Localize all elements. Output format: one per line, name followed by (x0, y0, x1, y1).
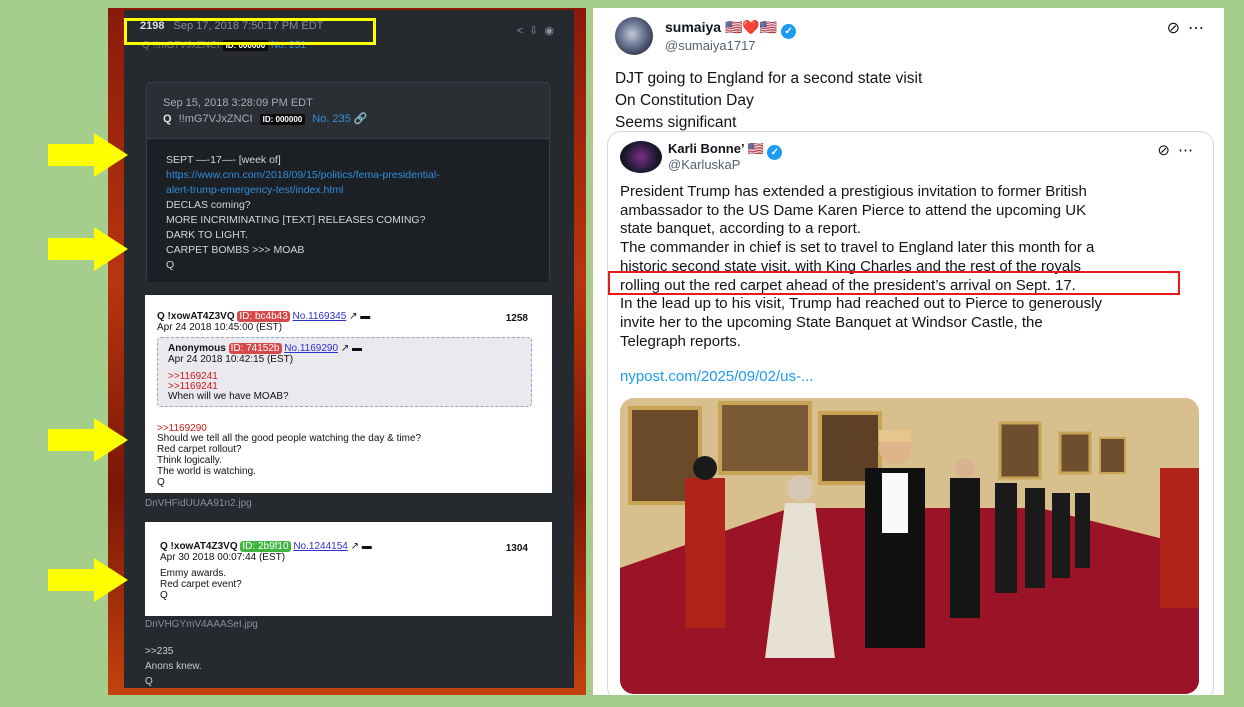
inner-author: Anonymous (168, 343, 226, 354)
quoted-post: Sep 15, 2018 3:28:09 PM EDT Q !!mG7VJxZN… (146, 82, 550, 282)
quoted-timestamp: Sep 15, 2018 3:28:09 PM EDT (163, 97, 313, 109)
tweet-text: DJT going to England for a second state … (615, 68, 922, 134)
card-id: ID: bc4b43 (237, 311, 290, 322)
card-inner-quote: Anonymous ID: 74152b No.1169290 ↗ ▬ Apr … (157, 337, 532, 407)
arrow-icon (48, 227, 128, 271)
card-line: Should we tell all the good people watch… (157, 433, 422, 444)
footer-ref: >>235 (145, 646, 174, 657)
quoted-handle[interactable]: @KarluskaP (668, 157, 740, 172)
share-icon[interactable]: < (517, 25, 529, 37)
link-icon[interactable]: 🔗 (354, 113, 368, 125)
screenshot-card-1258: Q !xowAT4Z3VQ ID: bc4b43 No.1169345 ↗ ▬ … (145, 295, 552, 493)
post-footer: >>235 Anons knew. Q (145, 644, 202, 688)
quote-line: CARPET BOMBS >>> MOAB (166, 244, 305, 256)
external-link-icon: ↗ (349, 311, 358, 322)
arrow-icon (48, 133, 128, 177)
quoted-line: state banquet, according to a report. (620, 220, 861, 238)
arrow-icon (48, 558, 128, 602)
folder-icon: ▬ (351, 343, 362, 354)
highlight-box-yellow (124, 18, 376, 45)
quoted-actions: ⊘⋯ (1157, 141, 1201, 159)
quoted-post-header: Sep 15, 2018 3:28:09 PM EDT Q !!mG7VJxZN… (147, 83, 549, 139)
card-line: Q (157, 477, 165, 488)
download-icon[interactable]: ⇩ (529, 25, 544, 37)
tweet-author[interactable]: sumaiya 🇺🇸❤️🇺🇸 ✓ (665, 19, 797, 39)
verified-icon: ✓ (767, 145, 783, 160)
nypost-link[interactable]: nypost.com/2025/09/02/us-... (620, 368, 813, 385)
inner-link[interactable]: No.1169290 (284, 343, 338, 354)
tweet-handle[interactable]: @sumaiya1717 (665, 38, 756, 53)
more-icon[interactable]: ⋯ (1178, 142, 1201, 159)
tweet-author-name[interactable]: sumaiya (665, 19, 721, 35)
quoted-author-flag: 🇺🇸 (747, 141, 764, 156)
folder-icon: ▬ (360, 311, 371, 322)
quoted-trip: !!mG7VJxZNCI (178, 113, 253, 125)
screenshot-card-1304: Q !xowAT4Z3VQ ID: 2b9f10 No.1244154 ↗ ▬ … (145, 522, 552, 616)
card-line: Red carpet event? (160, 579, 242, 590)
verified-icon: ✓ (781, 24, 797, 39)
quoted-line: invite her to the upcoming State Banquet… (620, 313, 1043, 331)
post-actions: <⇩◉ (517, 24, 560, 37)
inner-date: Apr 24 2018 10:42:15 (EST) (168, 354, 294, 365)
quote-line: SEPT —-17—- [week of] (166, 154, 281, 166)
card-header: Q !xowAT4Z3VQ (160, 541, 238, 552)
card-link[interactable]: No.1244154 (293, 541, 348, 552)
external-link-icon: ↗ (340, 343, 350, 354)
grok-icon[interactable]: ⊘ (1167, 20, 1188, 37)
card-id: ID: 2b9f10 (240, 541, 291, 552)
quoted-post-body: SEPT —-17—- [week of] https://www.cnn.co… (147, 139, 549, 282)
arrow-icon (48, 418, 128, 462)
banquet-photo[interactable] (620, 398, 1199, 694)
quoted-line: ambassador to the US Dame Karen Pierce t… (620, 201, 1087, 219)
quoted-line: In the lead up to his visit, Trump had r… (620, 295, 1102, 313)
image-filename[interactable]: DnVHFidUUAA91n2.jpg (145, 498, 252, 509)
footer-line: Q (145, 676, 153, 687)
footer-line: Anons knew. (145, 661, 202, 672)
quote-line: DECLAS coming? (166, 199, 251, 211)
quoted-body: President Trump has extended a prestigio… (620, 183, 1205, 351)
photo-illustration (620, 398, 1199, 694)
card-line: The world is watching. (157, 466, 256, 477)
card-count: 1304 (505, 543, 528, 554)
tweet-panel: sumaiya 🇺🇸❤️🇺🇸 ✓ @sumaiya1717 ⊘⋯ DJT goi… (593, 8, 1224, 695)
card-date: Apr 24 2018 10:45:00 (EST) (157, 322, 283, 333)
quote-line: DARK TO LIGHT. (166, 229, 248, 241)
q-post-panel: 2198 Sep 17, 2018 7:50:17 PM EDT <⇩◉ Q !… (124, 10, 574, 688)
more-icon[interactable]: ⋯ (1188, 20, 1212, 37)
card-line: Think logically. (157, 455, 222, 466)
grok-icon[interactable]: ⊘ (1157, 142, 1178, 159)
tweet-actions: ⊘⋯ (1167, 18, 1212, 38)
inner-text: When will we have MOAB? (168, 391, 289, 402)
quote-line: Q (166, 259, 175, 271)
card-line: Q (160, 590, 168, 601)
quoted-id: ID: 000000 (259, 114, 306, 125)
quoted-line: Telegraph reports. (620, 332, 741, 350)
inner-id: ID: 74152b (228, 343, 282, 354)
quoted-post-link[interactable]: No. 235 (312, 113, 351, 125)
card-link[interactable]: No.1169345 (293, 311, 347, 322)
quoted-author: Q (163, 113, 172, 125)
quoted-tweet[interactable]: Karli Bonne’ 🇺🇸 ✓ @KarluskaP ⊘⋯ Presiden… (607, 131, 1214, 695)
external-link-icon: ↗ (350, 541, 359, 552)
avatar[interactable] (615, 17, 653, 55)
card-line: Red carpet rollout? (157, 444, 242, 455)
quote-line: MORE INCRIMINATING [TEXT] RELEASES COMIN… (166, 214, 426, 226)
quoted-line: The commander in chief is set to travel … (620, 239, 1095, 257)
avatar[interactable] (620, 141, 662, 173)
cnn-url-cont[interactable]: alert-trump-emergency-test/index.html (166, 183, 530, 198)
tweet-author-flags: 🇺🇸❤️🇺🇸 (724, 19, 778, 35)
cnn-url[interactable]: https://www.cnn.com/2018/09/15/politics/… (166, 168, 530, 183)
tweet-line: On Constitution Day (615, 92, 754, 109)
highlight-box-red (608, 271, 1180, 295)
tweet-line: DJT going to England for a second state … (615, 70, 923, 87)
quoted-author-name[interactable]: Karli Bonne’ (668, 141, 744, 156)
folder-icon: ▬ (361, 541, 372, 552)
card-header: Q !xowAT4Z3VQ (157, 311, 235, 322)
card-count: 1258 (505, 313, 528, 324)
card-line: Emmy awards. (160, 568, 227, 579)
eye-icon[interactable]: ◉ (544, 25, 560, 37)
card-date: Apr 30 2018 00:07:44 (EST) (160, 552, 286, 563)
quoted-line: President Trump has extended a prestigio… (620, 183, 1087, 200)
image-filename[interactable]: DnVHGYmV4AAASeI.jpg (145, 619, 258, 630)
